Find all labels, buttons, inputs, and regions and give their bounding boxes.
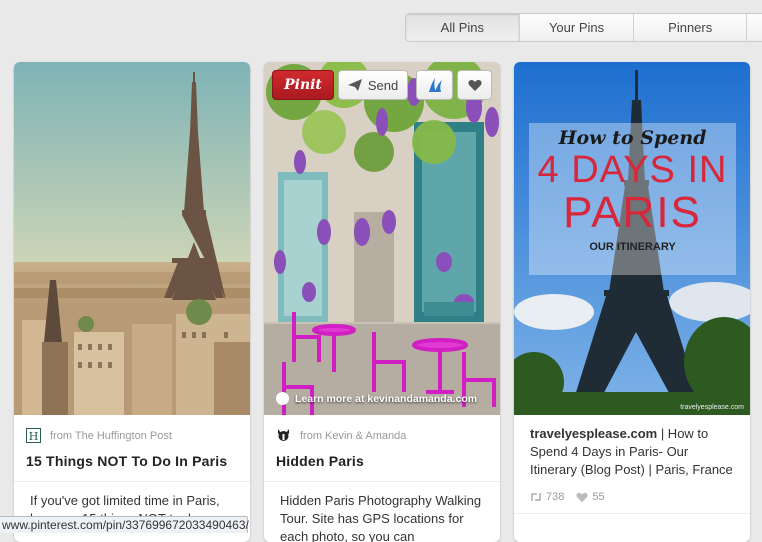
send-button[interactable]: Send xyxy=(338,70,408,100)
send-icon xyxy=(347,79,362,91)
heart-icon xyxy=(576,492,588,502)
learn-more-text: Learn more at kevinandamanda.com xyxy=(295,392,478,405)
pin-title[interactable]: 15 Things NOT To Do In Paris xyxy=(14,443,250,470)
divider xyxy=(514,513,750,514)
pin-source-domain: travelyesplease.com xyxy=(530,426,658,441)
tab-more[interactable] xyxy=(747,14,762,41)
pin-source-text: from Kevin & Amanda xyxy=(300,429,407,442)
status-url: www.pinterest.com/pin/337699672033490463… xyxy=(2,518,249,532)
like-button[interactable] xyxy=(457,70,492,100)
pin-source-text: from The Huffington Post xyxy=(50,429,172,442)
image-credit: travelyesplease.com xyxy=(680,404,744,411)
pin-attribution[interactable]: from Kevin & Amanda xyxy=(264,415,500,443)
title-overlay: How to Spend 4 DAYS IN PARIS OUR ITINERA… xyxy=(529,123,736,275)
overlay-line4: OUR ITINERARY xyxy=(589,241,676,253)
wave-share-button[interactable] xyxy=(416,70,453,100)
repin-count: 738 xyxy=(546,491,565,503)
pin-card-eiffel-tower[interactable]: H from The Huffington Post 15 Things NOT… xyxy=(14,62,250,542)
pin-image[interactable]: Pinit Send Learn more at kevinandamanda.… xyxy=(264,62,500,415)
svg-text:H: H xyxy=(29,430,39,443)
globe-icon xyxy=(276,392,289,405)
overlay-line2: 4 DAYS IN xyxy=(537,149,728,191)
pin-description[interactable]: travelyesplease.com | How to Spend 4 Day… xyxy=(514,415,750,479)
pin-filter-tabs: All Pins Your Pins Pinners xyxy=(405,13,762,42)
dog-avatar-icon xyxy=(276,428,291,443)
browser-status-bar: www.pinterest.com/pin/337699672033490463… xyxy=(0,516,249,533)
overlay-line1: How to Spend xyxy=(558,127,707,149)
tab-pinners[interactable]: Pinners xyxy=(634,14,748,41)
pin-image[interactable]: How to Spend 4 DAYS IN PARIS OUR ITINERA… xyxy=(514,62,750,415)
learn-more-link[interactable]: Learn more at kevinandamanda.com xyxy=(276,392,477,405)
pin-it-button[interactable]: Pinit xyxy=(272,70,334,100)
like-count: 55 xyxy=(592,491,605,503)
pin-title[interactable]: Hidden Paris xyxy=(264,443,500,470)
pin-description: Hidden Paris Photography Walking Tour. S… xyxy=(280,493,482,542)
pin-image[interactable] xyxy=(14,62,250,415)
overlay-line3: PARIS xyxy=(563,188,702,237)
pin-card-hidden-paris[interactable]: Pinit Send Learn more at kevinandamanda.… xyxy=(264,62,500,542)
tab-all-pins[interactable]: All Pins xyxy=(406,14,520,41)
pin-card-4-days-in-paris[interactable]: How to Spend 4 DAYS IN PARIS OUR ITINERA… xyxy=(514,62,750,542)
pin-attribution[interactable]: H from The Huffington Post xyxy=(14,415,250,443)
huffington-post-h-icon: H xyxy=(26,428,41,443)
wave-icon xyxy=(428,78,442,92)
send-label: Send xyxy=(367,77,399,93)
heart-icon xyxy=(467,79,482,91)
tab-your-pins[interactable]: Your Pins xyxy=(519,14,635,41)
repin-icon xyxy=(531,493,541,501)
pin-stats: 738 55 xyxy=(514,479,750,503)
